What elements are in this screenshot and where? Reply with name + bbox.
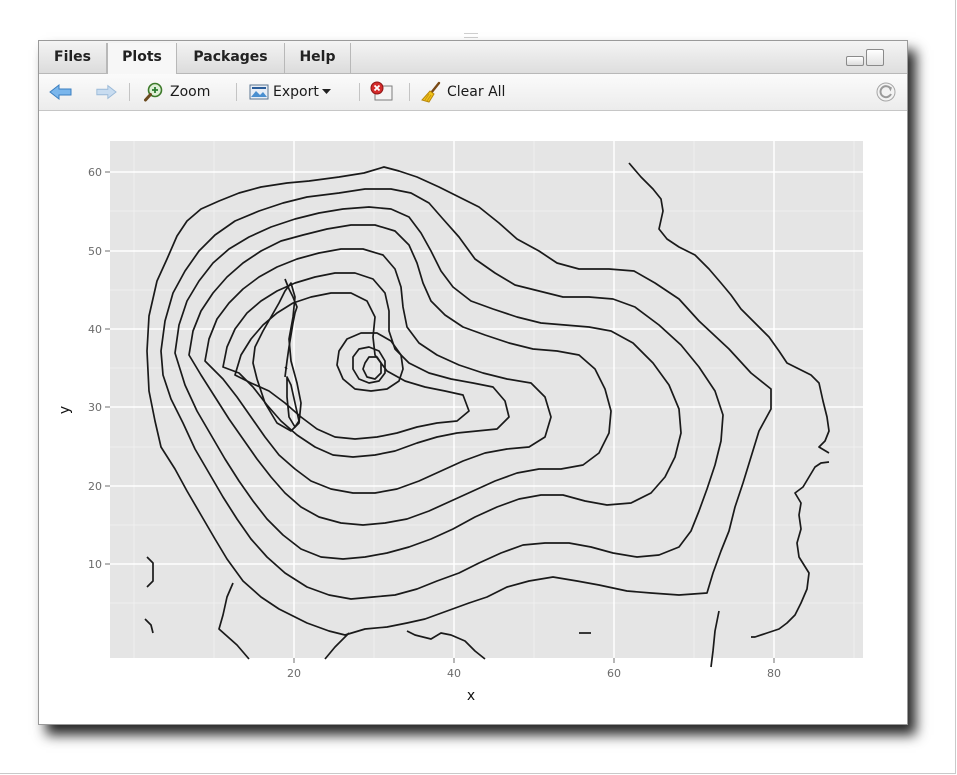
x-tick-label: 60 bbox=[607, 667, 621, 680]
y-tick-label: 60 bbox=[88, 166, 102, 179]
zoom-label: Zoom bbox=[170, 84, 211, 100]
back-arrow-icon bbox=[49, 83, 72, 101]
plots-pane: Files Plots Packages Help Zoom Export Cl… bbox=[38, 40, 908, 725]
back-button[interactable] bbox=[49, 74, 73, 110]
export-label: Export bbox=[273, 84, 319, 100]
remove-plot-icon bbox=[370, 81, 393, 101]
tab-help[interactable]: Help bbox=[285, 43, 351, 73]
y-tick-label: 50 bbox=[88, 245, 102, 258]
x-axis-ticks bbox=[293, 658, 775, 663]
plot-area: 10 20 30 40 50 60 y 20 40 60 80 x bbox=[39, 111, 907, 723]
zoom-button[interactable]: Zoom bbox=[143, 74, 210, 110]
broom-icon bbox=[421, 81, 441, 103]
clear-all-label: Clear All bbox=[447, 84, 506, 100]
tab-plots[interactable]: Plots bbox=[107, 43, 177, 74]
zoom-magnifier-icon bbox=[144, 82, 163, 102]
toolbar-separator bbox=[129, 83, 130, 101]
refresh-button[interactable] bbox=[875, 74, 897, 110]
x-tick-label: 20 bbox=[287, 667, 301, 680]
dropdown-caret-icon bbox=[321, 89, 331, 94]
y-tick-label: 20 bbox=[88, 480, 102, 493]
x-tick-label: 80 bbox=[767, 667, 781, 680]
pane-splitter-grip[interactable] bbox=[464, 33, 478, 38]
y-axis-title: y bbox=[57, 406, 73, 414]
refresh-icon bbox=[876, 82, 896, 102]
tab-files[interactable]: Files bbox=[39, 43, 107, 73]
panel-background bbox=[110, 141, 863, 658]
maximize-pane-button[interactable] bbox=[866, 49, 884, 66]
forward-arrow-icon bbox=[96, 84, 117, 100]
clear-all-button[interactable]: Clear All bbox=[421, 74, 505, 110]
x-tick-label: 40 bbox=[447, 667, 461, 680]
y-tick-label: 30 bbox=[88, 401, 102, 414]
minimize-pane-button[interactable] bbox=[846, 56, 864, 66]
y-tick-label: 40 bbox=[88, 323, 102, 336]
export-menu-button[interactable]: Export bbox=[249, 74, 331, 110]
toolbar-separator bbox=[409, 83, 410, 101]
forward-button[interactable] bbox=[95, 74, 117, 110]
x-axis: 20 40 60 80 x bbox=[287, 658, 781, 704]
tab-packages[interactable]: Packages bbox=[177, 43, 285, 73]
y-tick-label: 10 bbox=[88, 558, 102, 571]
contour-plot: 10 20 30 40 50 60 y 20 40 60 80 x bbox=[57, 141, 863, 704]
y-axis: 10 20 30 40 50 60 y bbox=[57, 166, 110, 571]
remove-plot-button[interactable] bbox=[369, 74, 395, 110]
toolbar-separator bbox=[359, 83, 360, 101]
x-axis-title: x bbox=[467, 688, 475, 704]
y-axis-ticks bbox=[105, 171, 110, 565]
toolbar-separator bbox=[236, 83, 237, 101]
export-image-icon bbox=[249, 84, 269, 100]
plots-toolbar: Zoom Export Clear All bbox=[39, 74, 907, 111]
pane-tab-bar: Files Plots Packages Help bbox=[39, 41, 907, 74]
